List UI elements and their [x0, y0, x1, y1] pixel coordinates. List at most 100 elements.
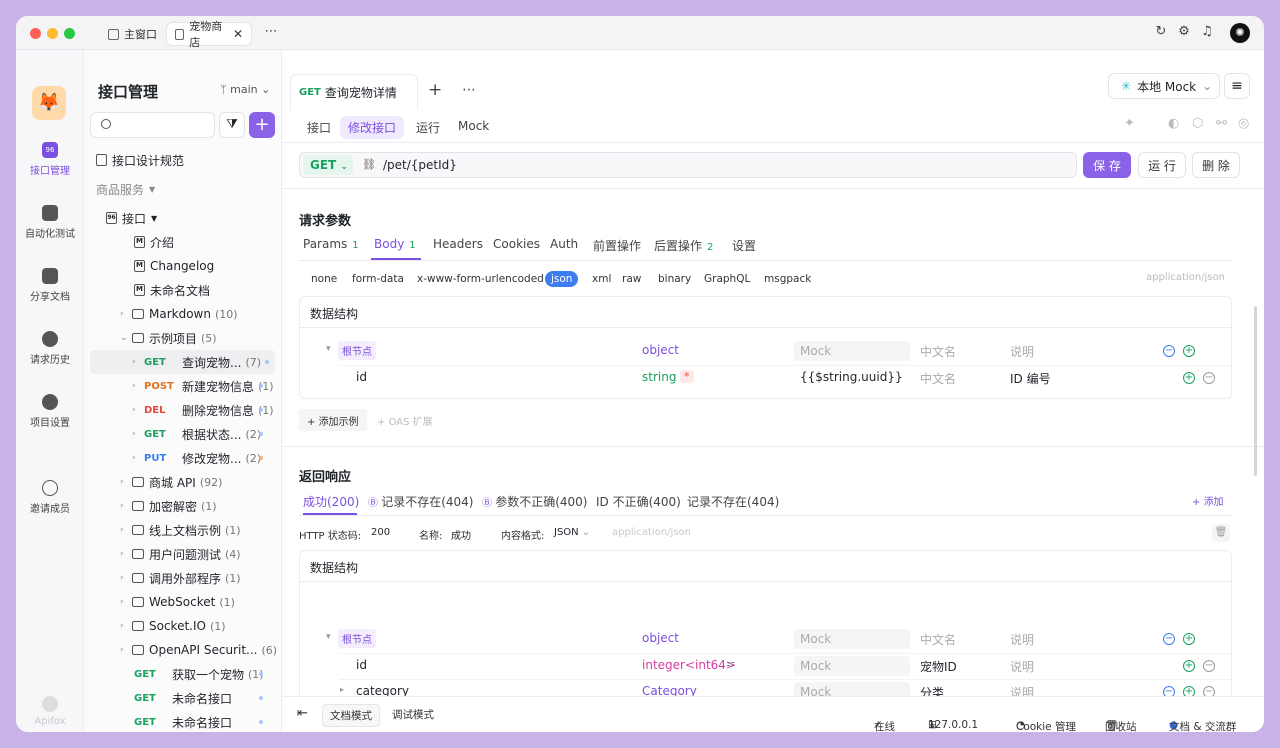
bell-icon[interactable]: ♫	[1200, 25, 1214, 39]
param-tab[interactable]: Body 1	[374, 237, 416, 251]
add-field-icon[interactable]: +	[1183, 345, 1195, 357]
resp-name-value[interactable]: 成功	[451, 527, 471, 542]
subtab-run[interactable]: 运行	[408, 116, 448, 139]
field-name[interactable]: id	[356, 658, 367, 672]
description-field[interactable]: ID 编号	[1010, 370, 1051, 387]
resp-format-select[interactable]: JSON ⌄	[554, 527, 590, 538]
description-field[interactable]: 说明	[1010, 343, 1034, 360]
description-field[interactable]: 说明	[1010, 658, 1034, 675]
group-header[interactable]: 商品服务 ▼	[84, 177, 281, 201]
tab-more-icon[interactable]: ⋯	[462, 82, 476, 98]
chevron-right-icon[interactable]: ›	[120, 309, 132, 319]
save-button[interactable]: 保 存	[1083, 152, 1131, 178]
nav-history[interactable]: 请求历史	[16, 331, 84, 366]
chinese-name-field[interactable]: 中文名	[920, 631, 956, 648]
response-tab[interactable]: Ⓑ 参数不正确(400)	[482, 493, 587, 510]
chevron-right-icon[interactable]: ›	[120, 501, 132, 511]
param-tab[interactable]: Cookies	[493, 237, 540, 251]
chevron-right-icon[interactable]: ›	[120, 645, 132, 655]
chevron-right-icon[interactable]: ›	[132, 405, 144, 415]
tree-api[interactable]: GET 未命名接口	[84, 710, 281, 732]
tree-folder[interactable]: › 商城 API (92)	[84, 470, 281, 494]
url-path-input[interactable]: /pet/{petId}	[383, 158, 457, 172]
caret-down-icon[interactable]: ▾	[326, 344, 331, 354]
chinese-name-field[interactable]: 中文名	[920, 343, 956, 360]
tree-api[interactable]: GET 获取一个宠物 (1)	[84, 662, 281, 686]
http-code-value[interactable]: 200	[371, 527, 390, 538]
delete-button[interactable]: 删 除	[1192, 152, 1240, 178]
branch-selector[interactable]: ᛘ main ⌄	[220, 83, 270, 96]
chinese-name-field[interactable]: 中文名	[920, 370, 956, 387]
param-tab[interactable]: 设置	[732, 237, 756, 254]
scrollbar[interactable]	[1254, 306, 1257, 476]
tree-api[interactable]: › PUT 修改宠物... (2)	[84, 446, 281, 470]
env-selector[interactable]: ✳ 本地 Mock ⌄	[1108, 73, 1220, 99]
tree-root[interactable]: 96 接口 ▼	[84, 206, 281, 230]
body-type-option[interactable]: json	[545, 271, 579, 287]
ai-icon[interactable]: ✦	[1124, 116, 1135, 131]
chevron-right-icon[interactable]: ›	[120, 477, 132, 487]
schema-row[interactable]: ▾ 根节点 object Mock 中文名 说明 − +	[300, 626, 1233, 652]
response-tab[interactable]: ID 不正确(400)	[596, 493, 681, 510]
remove-field-icon[interactable]: −	[1203, 371, 1215, 384]
doc-mode-toggle[interactable]: 文档模式	[322, 704, 380, 727]
param-tab[interactable]: Params 1	[303, 237, 359, 251]
collapse-sidebar-icon[interactable]: ⇤	[297, 706, 308, 721]
remove-field-icon[interactable]: −	[1203, 659, 1215, 672]
add-response-button[interactable]: + 添加	[1192, 493, 1224, 508]
param-tab[interactable]: 前置操作	[593, 237, 641, 254]
settings-icon[interactable]: ⚙	[1177, 25, 1191, 39]
method-select[interactable]: GET ⌄	[303, 155, 353, 175]
caret-down-icon[interactable]: ▾	[326, 632, 331, 642]
type-settings-icon[interactable]: ⚏	[726, 658, 735, 669]
tree-folder[interactable]: › 线上文档示例 (1)	[84, 518, 281, 542]
oas-extension-button[interactable]: + OAS 扩展	[377, 413, 433, 428]
chinese-name-field[interactable]: 宠物ID	[920, 658, 957, 675]
search-input[interactable]	[90, 112, 215, 138]
add-button[interactable]: +	[249, 112, 275, 138]
tree-api[interactable]: › GET 根据状态... (2)	[84, 422, 281, 446]
nav-share-docs[interactable]: 分享文档	[16, 268, 84, 303]
nav-api-management[interactable]: 96 接口管理	[16, 142, 84, 177]
body-type-option[interactable]: xml	[586, 271, 617, 287]
tree-doc[interactable]: M Changelog	[84, 254, 281, 278]
param-tab[interactable]: Auth	[550, 237, 578, 251]
chevron-down-icon[interactable]: ⌄	[120, 333, 132, 343]
schema-row[interactable]: id integer<int64> ⚏ Mock 宠物ID 说明 + −	[300, 652, 1233, 679]
body-type-option[interactable]: GraphQL	[698, 271, 756, 287]
subtab-doc[interactable]: 接口	[299, 116, 339, 139]
chevron-right-icon[interactable]: ›	[120, 525, 132, 535]
subtab-edit[interactable]: 修改接口	[340, 116, 405, 139]
share-icon[interactable]: ⬡	[1192, 116, 1203, 131]
code-icon[interactable]: ⚯	[1216, 116, 1227, 131]
spec-item[interactable]: 接口设计规范	[84, 148, 281, 172]
body-type-option[interactable]: none	[305, 271, 343, 287]
chevron-right-icon[interactable]: ›	[120, 597, 132, 607]
subtab-mock[interactable]: Mock	[450, 116, 497, 136]
caret-right-icon[interactable]: ▸	[340, 685, 344, 694]
tree-folder[interactable]: › 加密解密 (1)	[84, 494, 281, 518]
mock-field[interactable]: Mock	[794, 629, 910, 649]
chevron-right-icon[interactable]: ›	[120, 621, 132, 631]
description-field[interactable]: 说明	[1010, 631, 1034, 648]
tree-doc[interactable]: M 介绍	[84, 230, 281, 254]
mock-field[interactable]: {{$string.uuid}}	[800, 370, 903, 384]
nav-automation[interactable]: 自动化测试	[16, 205, 84, 240]
chevron-right-icon[interactable]: ›	[120, 573, 132, 583]
tree-doc[interactable]: M 未命名文档	[84, 278, 281, 302]
nav-project-settings[interactable]: 项目设置	[16, 394, 84, 429]
field-type[interactable]: object	[642, 343, 679, 357]
collapse-icon[interactable]: −	[1163, 345, 1175, 357]
chevron-right-icon[interactable]: ›	[132, 429, 144, 439]
minimize-window-button[interactable]	[47, 28, 58, 39]
close-window-button[interactable]	[30, 28, 41, 39]
tree-folder[interactable]: › OpenAPI Securit... (6)	[84, 638, 281, 662]
tree-folder[interactable]: › 调用外部程序 (1)	[84, 566, 281, 590]
tree-api[interactable]: › POST 新建宠物信息 (1)	[84, 374, 281, 398]
collapse-icon[interactable]: −	[1163, 633, 1175, 645]
add-field-icon[interactable]: +	[1183, 633, 1195, 645]
tree-api[interactable]: › DEL 删除宠物信息 (1)	[84, 398, 281, 422]
more-tabs-icon[interactable]: ⋯	[264, 25, 278, 39]
body-type-option[interactable]: x-www-form-urlencoded	[411, 271, 550, 287]
tree-folder[interactable]: › 用户问题测试 (4)	[84, 542, 281, 566]
